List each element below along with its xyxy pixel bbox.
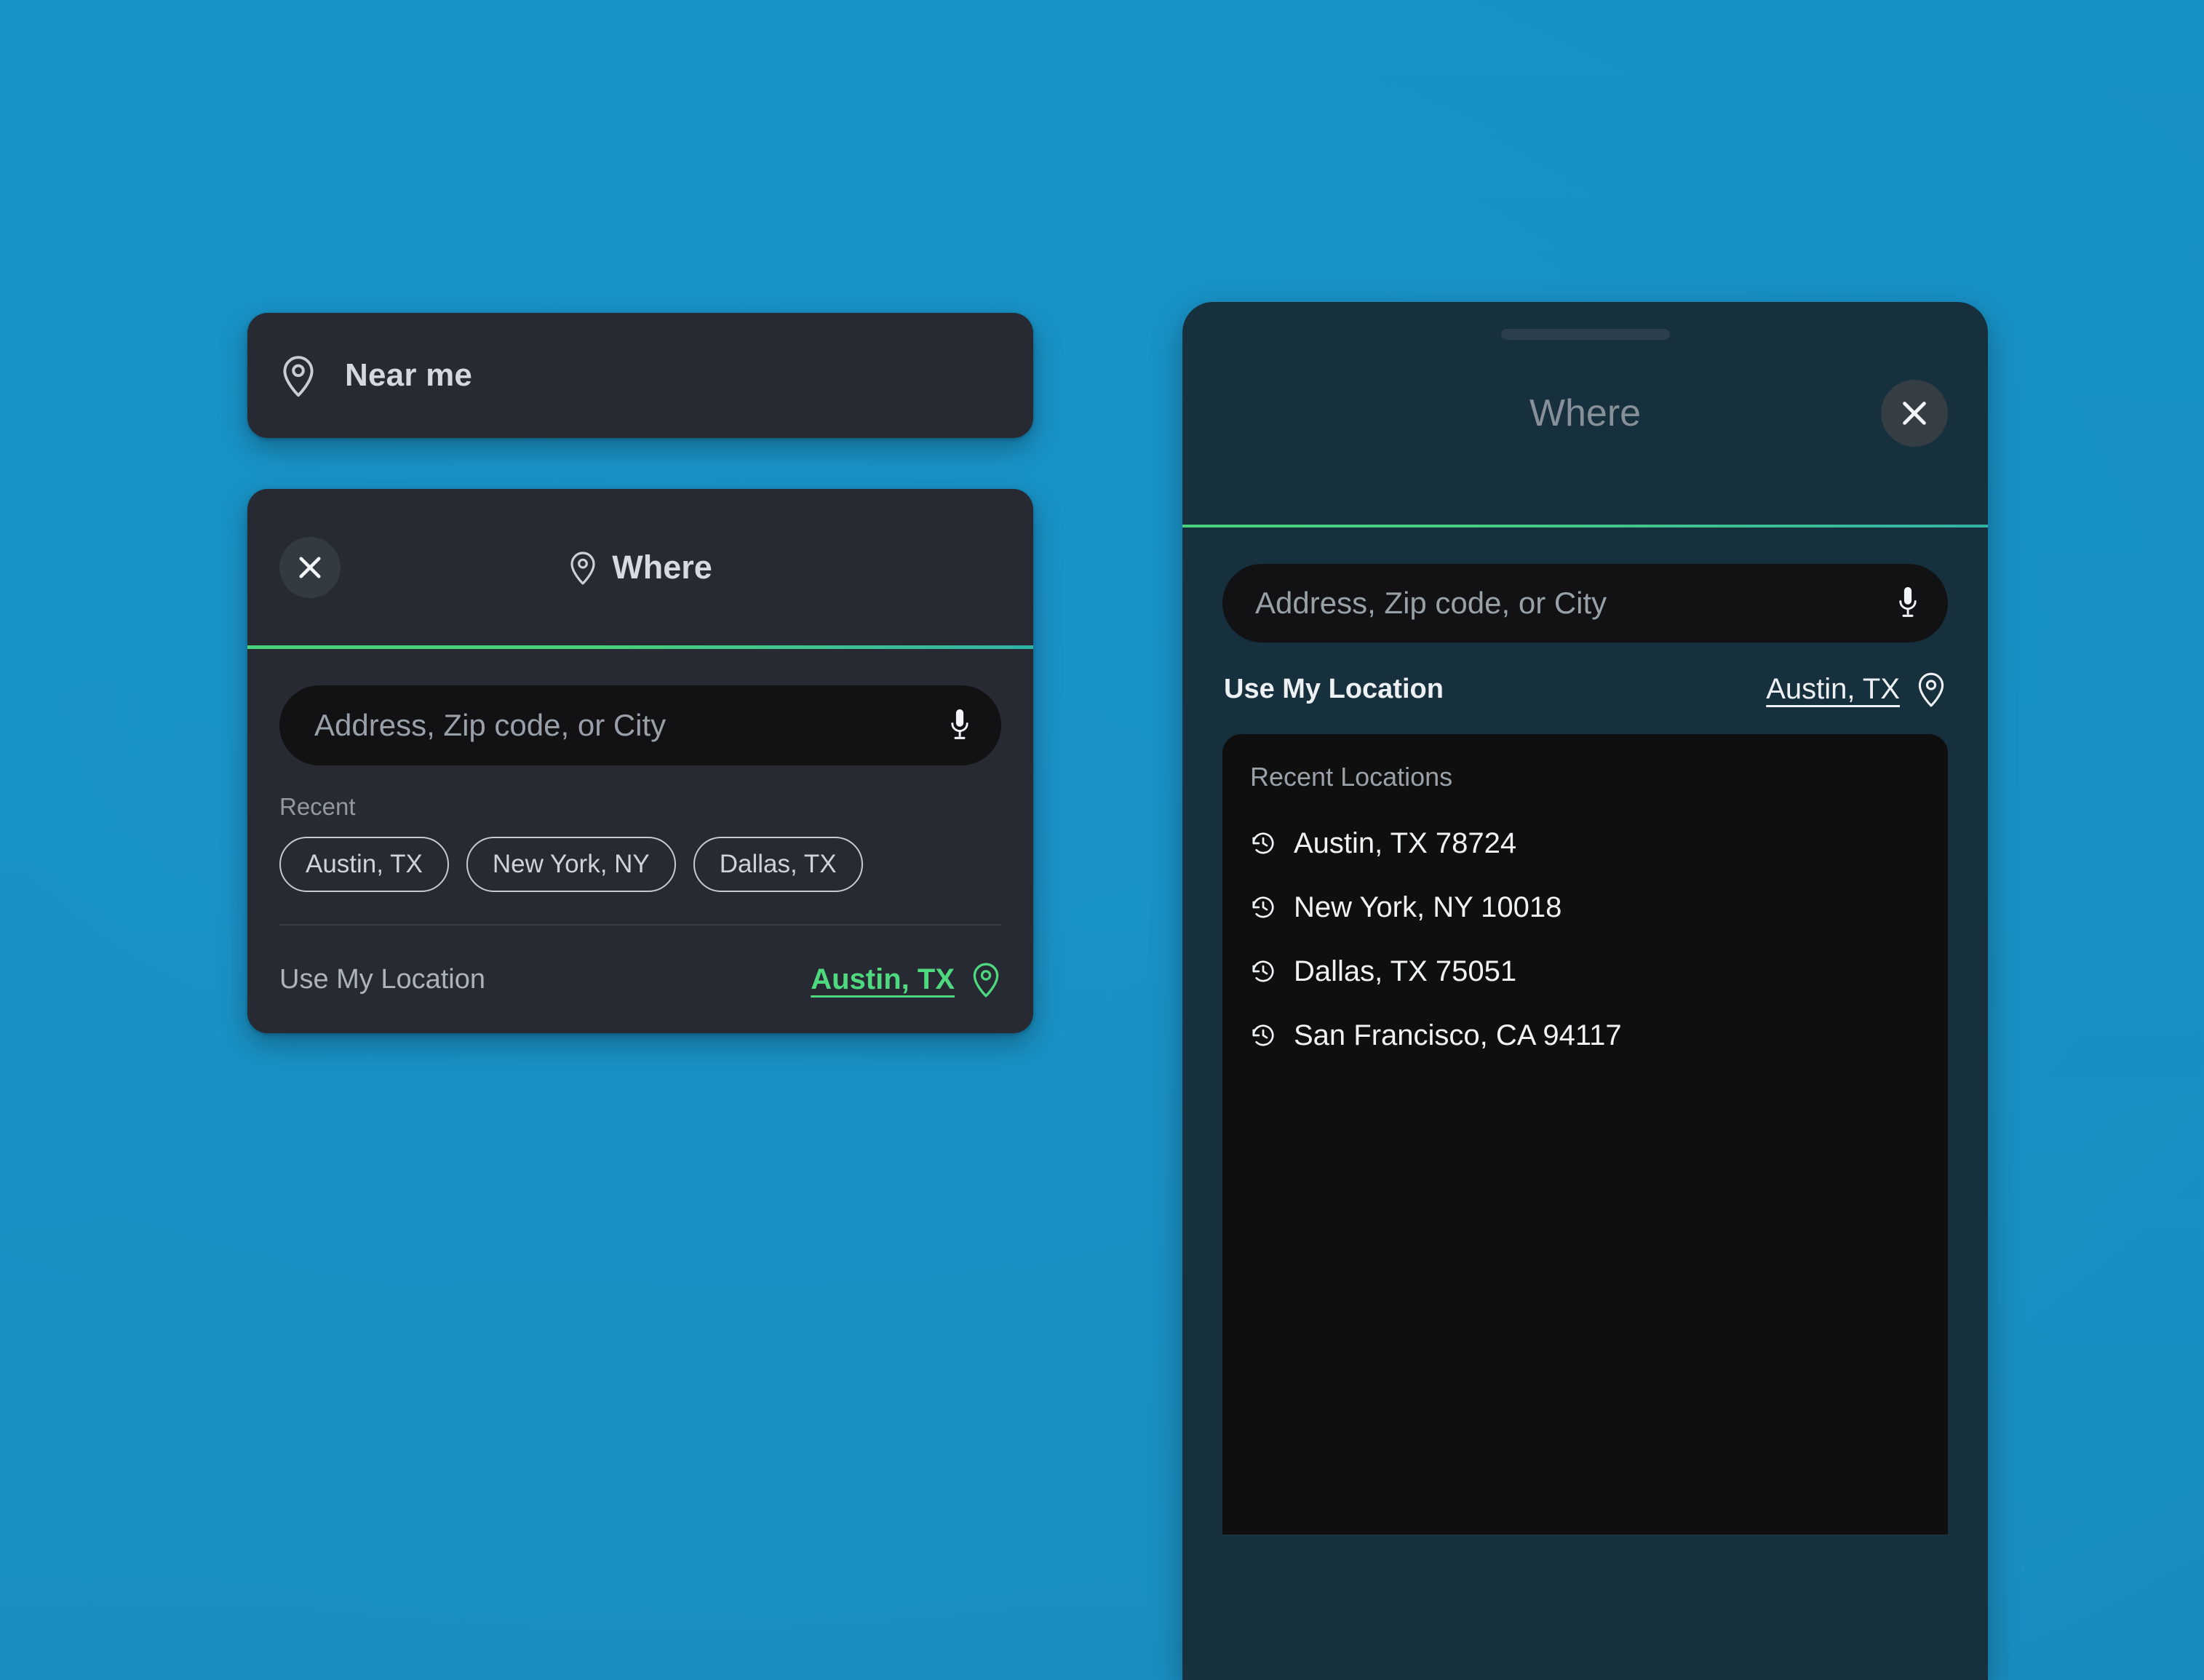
recent-chip[interactable]: Austin, TX bbox=[279, 837, 449, 892]
recent-label: Recent bbox=[279, 793, 356, 820]
search-input[interactable]: Address, Zip code, or City bbox=[279, 685, 1001, 765]
near-me-label: Near me bbox=[345, 357, 473, 393]
use-my-location-row[interactable]: Use My Location Austin, TX bbox=[1222, 670, 1948, 708]
search-input-placeholder: Address, Zip code, or City bbox=[314, 708, 667, 742]
list-item[interactable]: Dallas, TX 75051 bbox=[1250, 939, 1920, 1003]
recent-locations-title: Recent Locations bbox=[1250, 762, 1453, 792]
near-me-card[interactable]: Near me bbox=[247, 313, 1033, 438]
map-pin-icon bbox=[568, 549, 597, 586]
history-icon bbox=[1250, 1022, 1276, 1048]
close-button[interactable] bbox=[279, 536, 341, 598]
microphone-icon[interactable] bbox=[947, 706, 972, 744]
use-my-location-city[interactable]: Austin, TX bbox=[1766, 673, 1900, 706]
use-my-location-city[interactable]: Austin, TX bbox=[811, 963, 955, 996]
list-item[interactable]: San Francisco, CA 94117 bbox=[1250, 1003, 1920, 1067]
search-input[interactable]: Address, Zip code, or City bbox=[1222, 564, 1948, 642]
list-item[interactable]: New York, NY 10018 bbox=[1250, 875, 1920, 939]
list-item-label: New York, NY 10018 bbox=[1294, 891, 1562, 923]
use-my-location-label: Use My Location bbox=[279, 963, 486, 995]
sheet-title: Where bbox=[1529, 392, 1642, 434]
where-title-group: Where bbox=[247, 549, 1033, 586]
use-my-location-value-group[interactable]: Austin, TX bbox=[811, 960, 1001, 998]
use-my-location-value-group[interactable]: Austin, TX bbox=[1766, 670, 1946, 708]
recent-chip[interactable]: Dallas, TX bbox=[693, 837, 863, 892]
sheet-header: Where bbox=[1182, 302, 1988, 525]
map-pin-icon bbox=[279, 353, 317, 398]
mobile-sheet-panel: Where Address, Zip code, or City Use My … bbox=[1182, 302, 1988, 1680]
search-input-placeholder: Address, Zip code, or City bbox=[1255, 586, 1607, 620]
where-card: Where Address, Zip code, or City Recent bbox=[247, 489, 1033, 1033]
close-icon bbox=[1898, 397, 1931, 430]
history-icon bbox=[1250, 830, 1276, 856]
map-pin-icon[interactable] bbox=[971, 960, 1001, 998]
left-design-column: Near me Where Address, Zip code, or City… bbox=[247, 313, 1033, 1033]
close-icon bbox=[295, 552, 325, 583]
where-card-body: Address, Zip code, or City Recent Austin… bbox=[247, 649, 1033, 925]
where-title: Where bbox=[612, 548, 712, 586]
use-my-location-label: Use My Location bbox=[1224, 673, 1444, 704]
history-icon bbox=[1250, 894, 1276, 920]
recent-chip[interactable]: New York, NY bbox=[466, 837, 676, 892]
list-item[interactable]: Austin, TX 78724 bbox=[1250, 811, 1920, 875]
microphone-icon[interactable] bbox=[1895, 584, 1920, 622]
use-my-location-row[interactable]: Use My Location Austin, TX bbox=[247, 925, 1033, 1033]
history-icon bbox=[1250, 958, 1276, 984]
recent-chips-row[interactable]: Austin, TX New York, NY Dallas, TX bbox=[279, 837, 1001, 892]
recent-locations-card: Recent Locations Austin, TX 78724 New Yo… bbox=[1222, 734, 1948, 1534]
close-button[interactable] bbox=[1881, 380, 1948, 447]
sheet-body: Address, Zip code, or City Use My Locati… bbox=[1182, 528, 1988, 1534]
list-item-label: San Francisco, CA 94117 bbox=[1294, 1019, 1622, 1051]
where-card-header: Where bbox=[247, 489, 1033, 645]
list-item-label: Austin, TX 78724 bbox=[1294, 827, 1517, 859]
map-pin-icon[interactable] bbox=[1916, 670, 1946, 708]
list-item-label: Dallas, TX 75051 bbox=[1294, 955, 1517, 987]
